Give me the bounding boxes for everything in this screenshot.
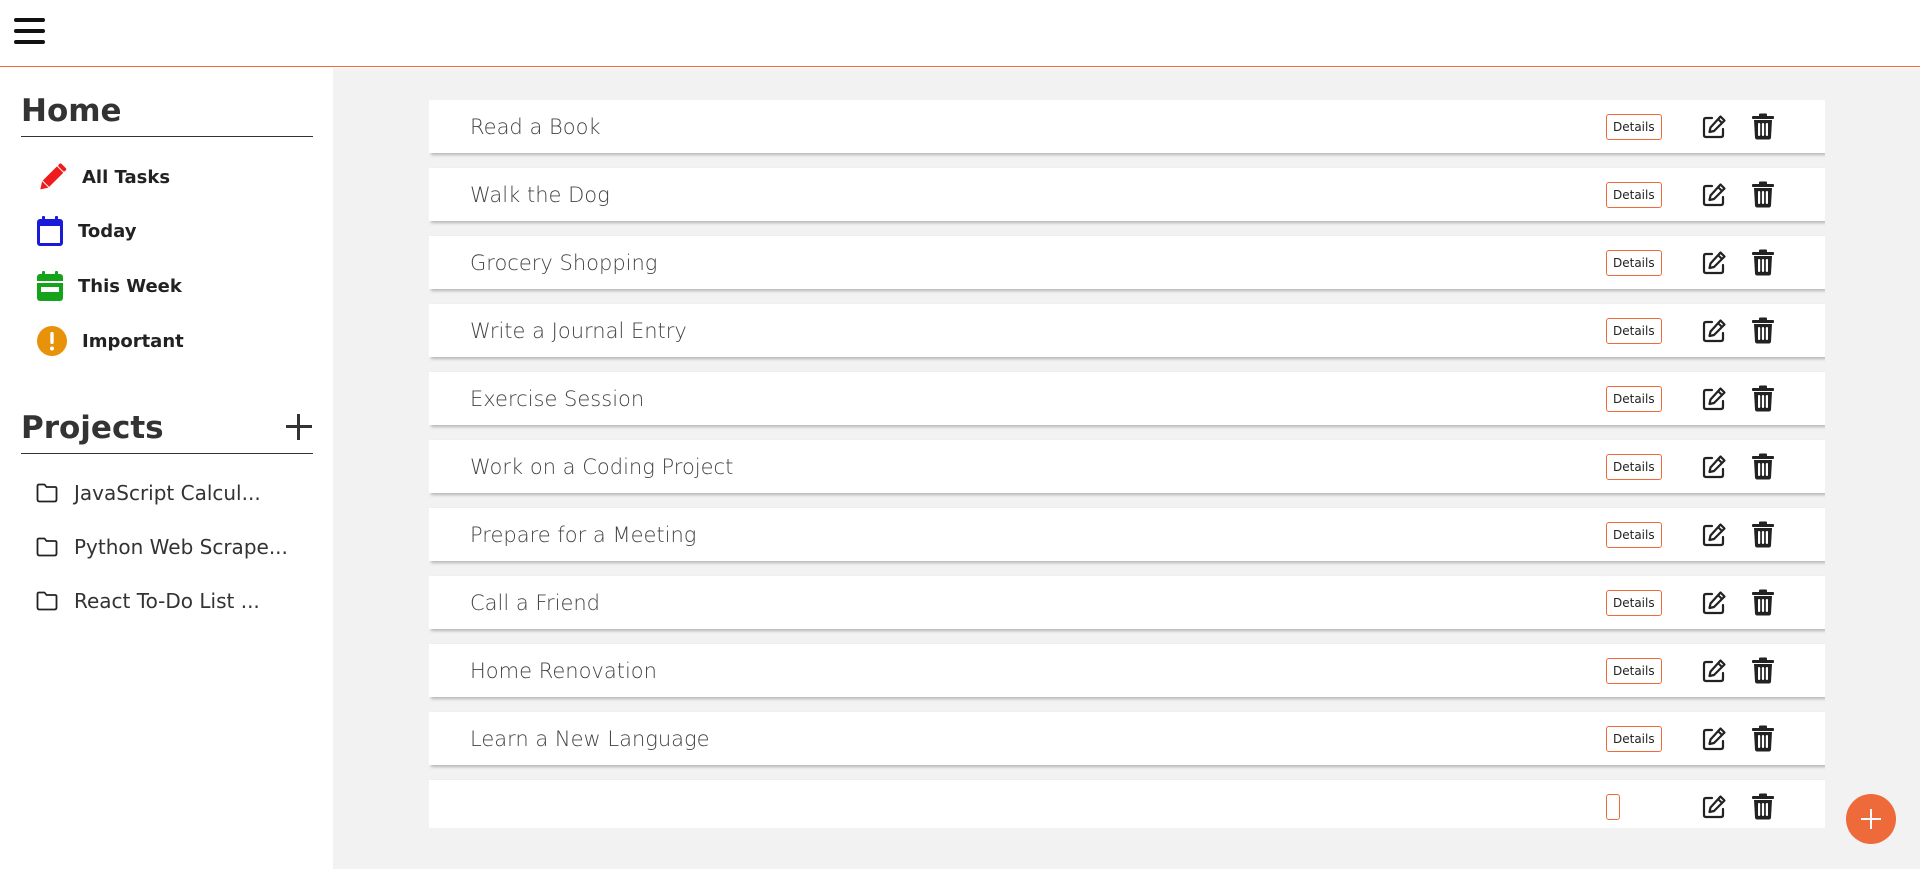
task-row[interactable]: Write a Journal Entry Details [429, 304, 1825, 357]
edit-icon[interactable] [1701, 454, 1727, 480]
details-button[interactable]: Details [1606, 522, 1662, 548]
folder-icon [34, 588, 60, 614]
projects-heading-label: Projects [21, 410, 164, 446]
trash-icon[interactable] [1751, 589, 1777, 616]
trash-icon[interactable] [1751, 113, 1777, 140]
sidebar-item-label: All Tasks [82, 166, 171, 188]
edit-icon[interactable] [1701, 658, 1727, 684]
trash-icon[interactable] [1751, 657, 1777, 684]
folder-icon [34, 480, 60, 506]
add-project-icon[interactable] [285, 413, 313, 441]
task-row[interactable]: Work on a Coding Project Details [429, 440, 1825, 493]
trash-icon[interactable] [1751, 725, 1777, 752]
edit-icon[interactable] [1701, 182, 1727, 208]
project-item-python-web-scraper[interactable]: Python Web Scrape... [34, 529, 288, 565]
trash-icon[interactable] [1751, 249, 1777, 276]
sidebar-item-label: Today [78, 220, 137, 242]
sidebar-item-label: Important [82, 330, 184, 352]
calendar-icon [34, 213, 66, 249]
calendar-week-icon [34, 268, 66, 304]
edit-icon[interactable] [1701, 318, 1727, 344]
project-item-react-todo-list[interactable]: React To-Do List ... [34, 583, 260, 619]
details-button[interactable]: Details [1606, 250, 1662, 276]
task-row[interactable]: Call a Friend Details [429, 576, 1825, 629]
hamburger-menu-icon[interactable] [14, 18, 45, 46]
edit-icon[interactable] [1701, 250, 1727, 276]
task-row[interactable]: Home Renovation Details [429, 644, 1825, 697]
sidebar-item-this-week[interactable]: This Week [34, 266, 182, 306]
task-title: Read a Book [470, 114, 601, 139]
main-content: Read a Book Details Walk the Dog Details Gro… [333, 68, 1920, 869]
details-button[interactable]: Details [1606, 658, 1662, 684]
sidebar: Home All Tasks Today This Week Important… [0, 68, 333, 869]
task-row[interactable] [429, 780, 1825, 828]
exclamation-circle-icon [34, 323, 70, 359]
details-button[interactable] [1606, 794, 1620, 820]
sidebar-item-today[interactable]: Today [34, 211, 136, 251]
edit-icon[interactable] [1701, 522, 1727, 548]
task-title: Prepare for a Meeting [470, 522, 697, 547]
details-button[interactable]: Details [1606, 454, 1662, 480]
project-label: React To-Do List ... [74, 589, 260, 613]
home-heading: Home [21, 92, 313, 137]
edit-icon[interactable] [1701, 726, 1727, 752]
task-title: Call a Friend [470, 590, 600, 615]
details-button[interactable]: Details [1606, 386, 1662, 412]
task-title: Work on a Coding Project [470, 454, 734, 479]
edit-icon[interactable] [1701, 590, 1727, 616]
project-item-javascript-calculator[interactable]: JavaScript Calcul... [34, 475, 261, 511]
pencil-icon [34, 159, 70, 195]
trash-icon[interactable] [1751, 453, 1777, 480]
trash-icon[interactable] [1751, 317, 1777, 344]
task-list[interactable]: Read a Book Details Walk the Dog Details Gro… [429, 100, 1825, 828]
task-title: Exercise Session [470, 386, 645, 411]
task-row[interactable]: Prepare for a Meeting Details [429, 508, 1825, 561]
task-title: Walk the Dog [470, 182, 610, 207]
project-label: JavaScript Calcul... [74, 481, 261, 505]
details-button[interactable]: Details [1606, 182, 1662, 208]
task-title: Write a Journal Entry [470, 318, 687, 343]
trash-icon[interactable] [1751, 521, 1777, 548]
sidebar-item-all-tasks[interactable]: All Tasks [34, 157, 170, 197]
add-task-button[interactable] [1846, 794, 1896, 844]
trash-icon[interactable] [1751, 181, 1777, 208]
task-row[interactable]: Learn a New Language Details [429, 712, 1825, 765]
trash-icon[interactable] [1751, 385, 1777, 412]
projects-heading: Projects [21, 409, 313, 454]
edit-icon[interactable] [1701, 794, 1727, 820]
sidebar-item-label: This Week [78, 275, 182, 297]
task-title: Home Renovation [470, 658, 657, 683]
task-title: Grocery Shopping [470, 250, 658, 275]
task-row[interactable]: Grocery Shopping Details [429, 236, 1825, 289]
details-button[interactable]: Details [1606, 726, 1662, 752]
task-row[interactable]: Walk the Dog Details [429, 168, 1825, 221]
project-label: Python Web Scrape... [74, 535, 288, 559]
trash-icon[interactable] [1751, 793, 1777, 820]
details-button[interactable]: Details [1606, 318, 1662, 344]
edit-icon[interactable] [1701, 114, 1727, 140]
details-button[interactable]: Details [1606, 114, 1662, 140]
sidebar-item-important[interactable]: Important [34, 321, 184, 361]
task-row[interactable]: Read a Book Details [429, 100, 1825, 153]
task-row[interactable]: Exercise Session Details [429, 372, 1825, 425]
edit-icon[interactable] [1701, 386, 1727, 412]
details-button[interactable]: Details [1606, 590, 1662, 616]
folder-icon [34, 534, 60, 560]
task-title: Learn a New Language [470, 726, 710, 751]
top-bar [0, 0, 1920, 67]
